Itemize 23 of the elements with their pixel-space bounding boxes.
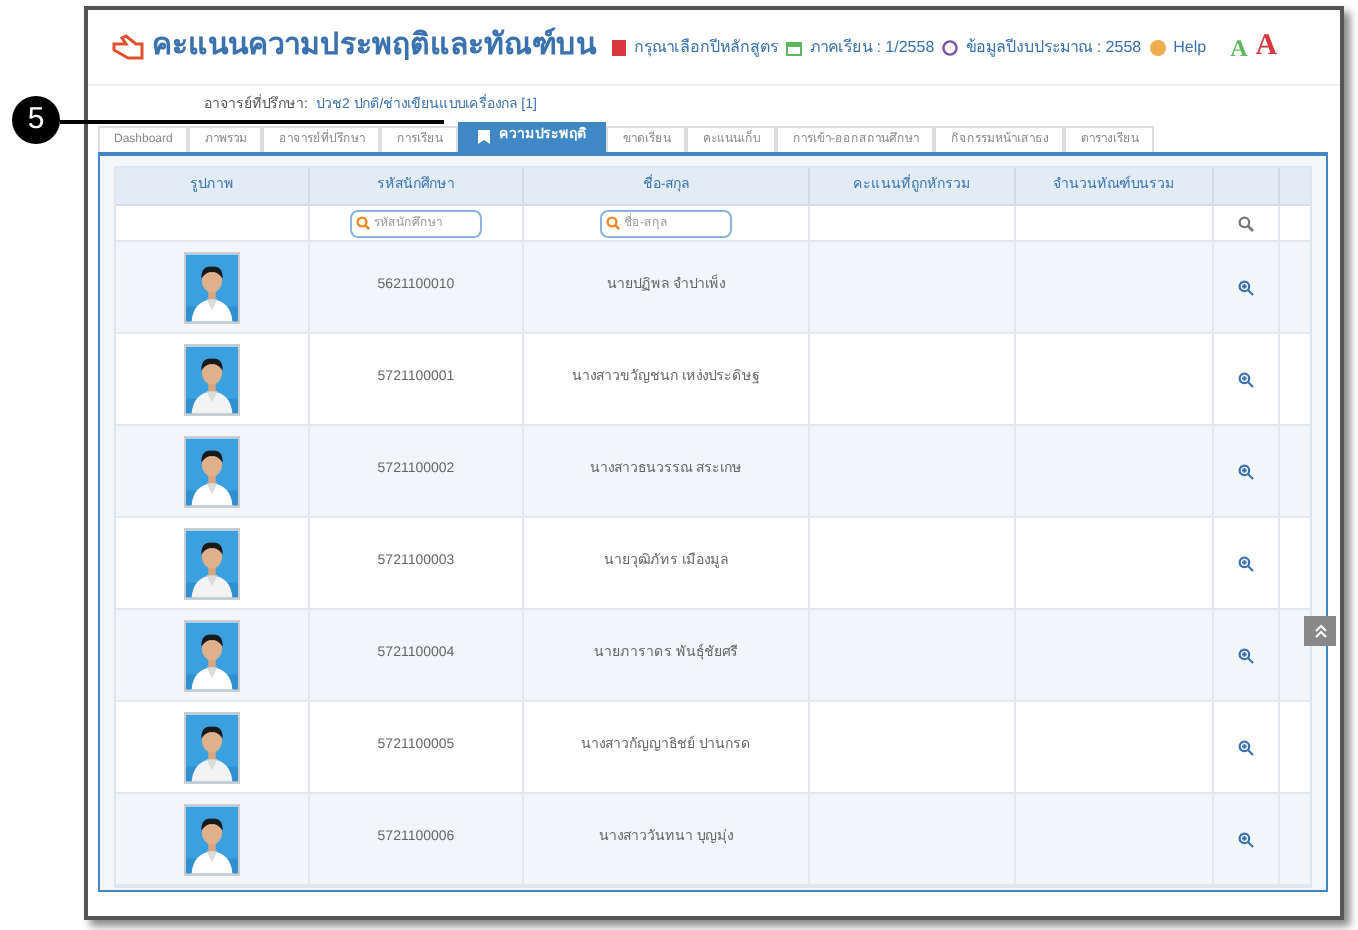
font-larger-button[interactable]: A xyxy=(1255,24,1278,70)
scroll-top-button[interactable] xyxy=(1304,616,1336,646)
term-text: ภาคเรียน : 1/2558 xyxy=(810,35,935,59)
chevron-up-icon xyxy=(1313,624,1327,638)
hand-pointer-icon xyxy=(112,34,144,60)
page-title: คะแนนความประพฤติและทัณฑ์บน xyxy=(152,25,596,67)
search-icon xyxy=(356,216,370,230)
zoom-in-icon[interactable] xyxy=(1238,647,1254,663)
course-link[interactable]: กรุณาเลือกปีหลักสูตร xyxy=(634,35,778,59)
help-link[interactable]: Help xyxy=(1173,35,1207,59)
bookmark-icon xyxy=(478,130,491,144)
zoom-in-icon[interactable] xyxy=(1238,831,1254,847)
zoom-in-icon[interactable] xyxy=(1238,739,1254,755)
search-icon[interactable] xyxy=(1238,215,1254,231)
zoom-in-icon[interactable] xyxy=(1238,279,1254,295)
budget-year-text: ข้อมูลปีงบประมาณ : 2558 xyxy=(966,35,1142,59)
step-number-badge: 5 xyxy=(12,96,60,144)
zoom-in-icon[interactable] xyxy=(1238,463,1254,479)
zoom-in-icon[interactable] xyxy=(1238,371,1254,387)
zoom-in-icon[interactable] xyxy=(1238,555,1254,571)
font-smaller-button[interactable]: A xyxy=(1230,29,1248,65)
calendar-icon xyxy=(786,39,802,55)
search-icon xyxy=(606,216,620,230)
